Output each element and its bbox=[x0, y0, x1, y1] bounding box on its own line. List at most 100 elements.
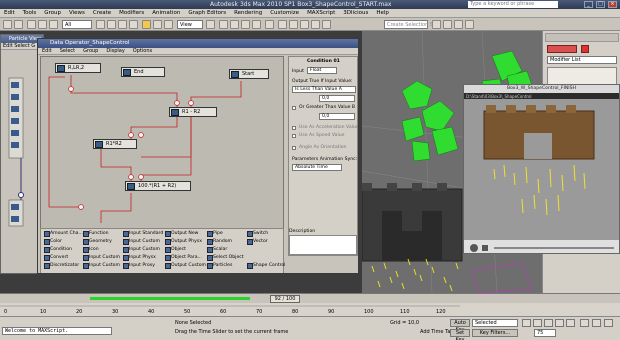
named-selection-input[interactable]: Create Selection Se bbox=[384, 20, 436, 29]
menu-group[interactable]: Group bbox=[44, 10, 61, 16]
play-icon[interactable] bbox=[470, 244, 478, 252]
select-icon[interactable] bbox=[96, 20, 105, 29]
menu-create[interactable]: Create bbox=[93, 10, 111, 16]
align-icon[interactable] bbox=[289, 20, 298, 29]
material-editor-icon[interactable] bbox=[432, 20, 441, 29]
prev-frame-icon[interactable] bbox=[533, 319, 542, 327]
bind-icon[interactable] bbox=[49, 20, 58, 29]
set-key-button[interactable]: Set Key bbox=[450, 329, 470, 340]
operator-node-multiply[interactable]: R1*R2 bbox=[93, 139, 137, 149]
render-frame-icon[interactable] bbox=[454, 20, 463, 29]
palette-item[interactable]: Color bbox=[44, 239, 62, 245]
palette-item[interactable]: Icon bbox=[83, 247, 99, 253]
stop-icon[interactable] bbox=[482, 245, 488, 251]
minimize-icon[interactable]: _ bbox=[584, 1, 593, 8]
goto-start-icon[interactable] bbox=[522, 319, 531, 327]
edit-named-sel-icon[interactable] bbox=[265, 20, 274, 29]
modifier-list-dropdown[interactable]: Modifier List bbox=[547, 56, 617, 64]
curve-editor-icon[interactable] bbox=[311, 20, 320, 29]
move-icon[interactable] bbox=[142, 20, 151, 29]
player-seek-bar[interactable] bbox=[494, 247, 614, 249]
palette-item[interactable]: Input Custom bbox=[83, 255, 120, 261]
palette-item[interactable]: Geometry bbox=[83, 239, 112, 245]
window-crossing-icon[interactable] bbox=[129, 20, 138, 29]
dop-menu-options[interactable]: Options bbox=[133, 48, 152, 54]
palette-item[interactable]: Output Physx bbox=[165, 239, 202, 245]
palette-item[interactable]: Input Custom bbox=[83, 263, 120, 269]
operator-graph-canvas[interactable]: R,LR,2 End Start R1 - R2 R1*R2 100.*(R1 … bbox=[40, 56, 284, 254]
select-by-name-icon[interactable] bbox=[107, 20, 116, 29]
rotate-icon[interactable] bbox=[153, 20, 162, 29]
angle-snap-icon[interactable] bbox=[230, 20, 239, 29]
palette-item[interactable]: Input Custom bbox=[123, 239, 160, 245]
condition-mode-dropdown[interactable]: Is Less Than Value A bbox=[292, 86, 356, 93]
palette-item[interactable]: Input Proxy bbox=[123, 263, 155, 269]
ref-coord-dropdown[interactable]: View bbox=[177, 20, 203, 29]
value-a-spinner[interactable]: 0,0 bbox=[319, 95, 355, 102]
current-frame-field[interactable]: 75 bbox=[534, 329, 556, 337]
mirror-icon[interactable] bbox=[278, 20, 287, 29]
orbit-icon[interactable] bbox=[604, 319, 613, 327]
palette-item[interactable]: Output New bbox=[165, 231, 198, 237]
palette-item[interactable]: Scalar bbox=[207, 247, 227, 253]
menu-tools[interactable]: Tools bbox=[23, 10, 37, 16]
close-icon[interactable]: × bbox=[608, 1, 617, 8]
palette-item[interactable]: Random bbox=[207, 239, 232, 245]
palette-item[interactable]: Condition bbox=[44, 247, 72, 253]
undo-icon[interactable] bbox=[3, 20, 12, 29]
value-b-spinner[interactable]: 0,0 bbox=[319, 113, 355, 120]
angle-orientation-checkbox[interactable] bbox=[292, 146, 296, 150]
menu-animation[interactable]: Animation bbox=[152, 10, 180, 16]
palette-item[interactable]: Switch bbox=[247, 231, 268, 237]
palette-item[interactable]: Input Standard bbox=[123, 231, 163, 237]
play-animation-icon[interactable] bbox=[544, 319, 553, 327]
menu-maxscript[interactable]: MAXScript bbox=[307, 10, 335, 16]
object-name-field[interactable] bbox=[547, 45, 577, 53]
command-panel-tabs[interactable] bbox=[545, 33, 619, 42]
key-selection-dropdown[interactable]: Selected bbox=[472, 319, 518, 327]
operator-node-end[interactable]: End bbox=[121, 67, 165, 77]
palette-item[interactable]: Select Object bbox=[207, 255, 244, 261]
operator-node-expression[interactable]: 100.*(R1 + R2) bbox=[125, 181, 191, 191]
or-greater-checkbox[interactable] bbox=[292, 106, 296, 110]
unlink-icon[interactable] bbox=[38, 20, 47, 29]
operator-node-rlr2[interactable]: R,LR,2 bbox=[55, 63, 101, 73]
render-setup-icon[interactable] bbox=[443, 20, 452, 29]
palette-item[interactable]: Output Custom bbox=[165, 263, 206, 269]
snap-icon[interactable] bbox=[219, 20, 228, 29]
palette-item[interactable]: Object Para... bbox=[165, 255, 202, 261]
next-frame-icon[interactable] bbox=[555, 319, 564, 327]
menu-customize[interactable]: Customize bbox=[270, 10, 299, 16]
sync-dropdown[interactable]: Absolute Time bbox=[292, 164, 342, 171]
palette-item[interactable]: Pipe bbox=[207, 231, 223, 237]
operator-node-start[interactable]: Start bbox=[229, 69, 269, 79]
help-search-input[interactable]: Type a keyword or phrase bbox=[468, 1, 558, 8]
link-icon[interactable] bbox=[27, 20, 36, 29]
object-color-swatch[interactable] bbox=[581, 45, 589, 53]
use-speed-checkbox[interactable] bbox=[292, 134, 296, 138]
goto-end-icon[interactable] bbox=[566, 319, 575, 327]
zoom-icon[interactable] bbox=[580, 319, 589, 327]
palette-item[interactable]: Discretizator bbox=[44, 263, 79, 269]
menu-3dlicious[interactable]: 3Dlicious bbox=[343, 10, 368, 16]
operator-node-subtract[interactable]: R1 - R2 bbox=[169, 107, 217, 117]
menu-modifiers[interactable]: Modifiers bbox=[119, 10, 144, 16]
pivot-icon[interactable] bbox=[206, 20, 215, 29]
menu-graph-editors[interactable]: Graph Editors bbox=[188, 10, 226, 16]
layer-manager-icon[interactable] bbox=[300, 20, 309, 29]
palette-item[interactable]: Input Custom bbox=[123, 247, 160, 253]
maximize-icon[interactable]: □ bbox=[596, 1, 605, 8]
use-accel-checkbox[interactable] bbox=[292, 126, 296, 130]
palette-item[interactable]: Convert bbox=[44, 255, 68, 261]
rect-region-icon[interactable] bbox=[118, 20, 127, 29]
percent-snap-icon[interactable] bbox=[241, 20, 250, 29]
input-type-dropdown[interactable]: Float bbox=[307, 67, 337, 74]
dop-menu-select[interactable]: Select bbox=[60, 48, 75, 54]
track-bar[interactable]: 0 10 20 30 40 50 60 70 80 90 100 110 120 bbox=[0, 303, 620, 317]
key-filters-button[interactable]: Key Filters... bbox=[472, 329, 518, 337]
palette-item[interactable]: Object bbox=[165, 247, 186, 253]
time-slider[interactable]: 92 / 100 bbox=[0, 293, 620, 303]
menu-rendering[interactable]: Rendering bbox=[234, 10, 262, 16]
schematic-icon[interactable] bbox=[322, 20, 331, 29]
palette-item[interactable]: Vector bbox=[247, 239, 268, 245]
